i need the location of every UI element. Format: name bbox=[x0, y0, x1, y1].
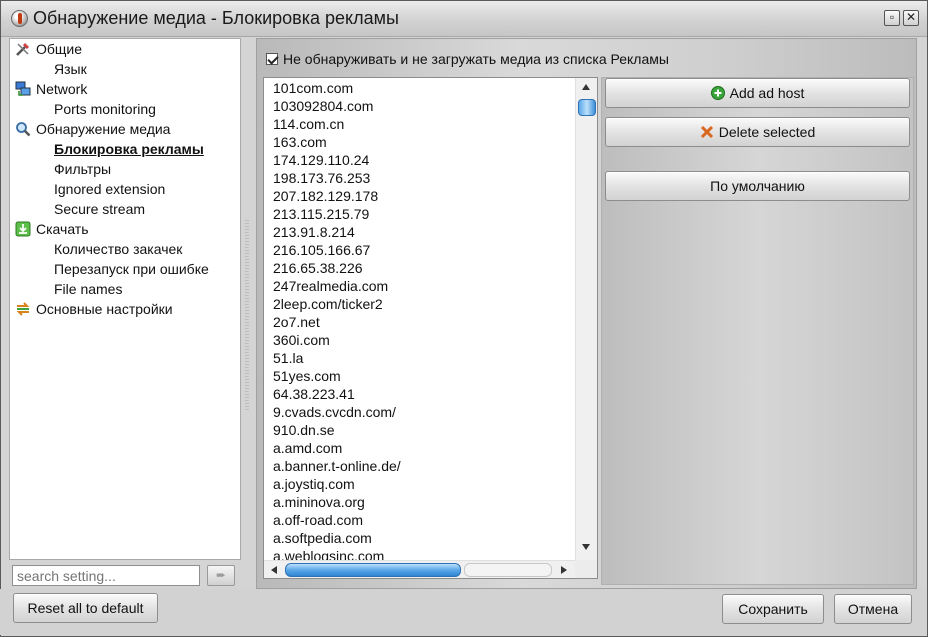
tree-item-label: Перезапуск при ошибке bbox=[54, 261, 209, 277]
ad-host-item[interactable]: 9.cvads.cvcdn.com/ bbox=[273, 403, 401, 421]
ad-host-item[interactable]: 51yes.com bbox=[273, 367, 401, 385]
ad-host-item[interactable]: 163.com bbox=[273, 133, 401, 151]
reset-all-button[interactable]: Reset all to default bbox=[13, 593, 158, 623]
tree-item-label: Количество закачек bbox=[54, 241, 183, 257]
tree-item-label: File names bbox=[54, 281, 123, 297]
tree-item-ignored-extension[interactable]: Ignored extension bbox=[54, 179, 165, 199]
tree-item-download-count[interactable]: Количество закачек bbox=[54, 239, 182, 259]
search-settings-input[interactable] bbox=[12, 565, 200, 586]
ad-host-item[interactable]: a.joystiq.com bbox=[273, 475, 401, 493]
add-ad-host-label: Add ad host bbox=[729, 85, 805, 101]
reset-all-label: Reset all to default bbox=[27, 600, 144, 616]
tree-item-general[interactable]: Общие bbox=[16, 39, 83, 59]
tree-item-secure-stream[interactable]: Secure stream bbox=[54, 199, 145, 219]
tree-item-restart-on-error[interactable]: Перезапуск при ошибке bbox=[54, 259, 209, 279]
close-button[interactable]: ✕ bbox=[903, 10, 919, 26]
ad-host-item[interactable]: 213.91.8.214 bbox=[273, 223, 401, 241]
tree-item-label: Блокировка рекламы bbox=[54, 141, 204, 157]
ad-hosts-list[interactable]: 101com.com 103092804.com 114.com.cn 163.com… bbox=[263, 77, 598, 579]
tree-item-language[interactable]: Язык bbox=[54, 59, 87, 79]
cancel-label: Отмена bbox=[847, 601, 899, 617]
restore-default-label: По умолчанию bbox=[710, 178, 805, 194]
settings-arrows-icon bbox=[16, 302, 30, 316]
ad-host-item[interactable]: 213.115.215.79 bbox=[273, 205, 401, 223]
delete-selected-label: Delete selected bbox=[718, 124, 816, 140]
app-logo-icon bbox=[11, 10, 28, 27]
ad-host-item[interactable]: 910.dn.se bbox=[273, 421, 401, 439]
horizontal-scroll-track[interactable] bbox=[464, 563, 552, 577]
block-ads-checkbox[interactable] bbox=[266, 53, 278, 65]
ad-host-item[interactable]: 360i.com bbox=[273, 331, 401, 349]
tree-item-file-names[interactable]: File names bbox=[54, 279, 122, 299]
tree-item-label: Язык bbox=[54, 61, 87, 77]
tree-item-download[interactable]: Скачать bbox=[15, 219, 89, 239]
tree-item-label: Фильтры bbox=[54, 161, 112, 177]
ad-host-item[interactable]: 101com.com bbox=[273, 79, 401, 97]
delete-icon bbox=[700, 125, 713, 139]
tree-item-filters[interactable]: Фильтры bbox=[54, 159, 111, 179]
scroll-left-icon[interactable] bbox=[271, 566, 277, 574]
ad-host-item[interactable]: a.off-road.com bbox=[273, 511, 401, 529]
vertical-scrollbar[interactable] bbox=[575, 78, 597, 560]
delete-selected-button[interactable]: Delete selected bbox=[605, 117, 910, 147]
ad-host-item[interactable]: 51.la bbox=[273, 349, 401, 367]
tree-item-label: Основные настройки bbox=[36, 301, 173, 317]
ad-host-item[interactable]: 2leep.com/ticker2 bbox=[273, 295, 401, 313]
tree-item-ports-monitoring[interactable]: Ports monitoring bbox=[54, 99, 156, 119]
ad-host-item[interactable]: a.banner.t-online.de/ bbox=[273, 457, 401, 475]
ad-host-item[interactable]: 198.173.76.253 bbox=[273, 169, 401, 187]
network-icon bbox=[15, 81, 31, 96]
vertical-scroll-thumb[interactable] bbox=[578, 99, 596, 116]
magnifier-icon bbox=[16, 122, 31, 137]
tree-item-label: Обнаружение медиа bbox=[36, 121, 171, 137]
ad-host-item[interactable]: 103092804.com bbox=[273, 97, 401, 115]
scroll-up-icon[interactable] bbox=[582, 84, 590, 90]
save-button[interactable]: Сохранить bbox=[722, 594, 824, 624]
ad-host-item[interactable]: 64.38.223.41 bbox=[273, 385, 401, 403]
tree-item-ad-blocking[interactable]: Блокировка рекламы bbox=[54, 139, 204, 159]
horizontal-scroll-thumb[interactable] bbox=[285, 563, 461, 577]
host-actions-panel bbox=[601, 77, 914, 585]
tree-item-label: Ports monitoring bbox=[54, 101, 156, 117]
scroll-corner bbox=[575, 560, 597, 578]
title-bar: Обнаружение медиа - Блокировка рекламы ▫… bbox=[1, 1, 927, 37]
tree-item-label: Скачать bbox=[36, 221, 89, 237]
tree-item-network[interactable]: Network bbox=[15, 79, 88, 99]
ad-host-item[interactable]: a.mininova.org bbox=[273, 493, 401, 511]
window-title: Обнаружение медиа - Блокировка рекламы bbox=[33, 8, 399, 28]
ad-host-item[interactable]: a.amd.com bbox=[273, 439, 401, 457]
tree-item-label: Secure stream bbox=[54, 201, 146, 217]
tree-item-label: Network bbox=[36, 81, 88, 97]
tree-item-label: Общие bbox=[36, 41, 83, 57]
maximize-button[interactable]: ▫ bbox=[884, 10, 900, 26]
horizontal-scrollbar[interactable] bbox=[264, 560, 575, 578]
ad-host-item[interactable]: 216.65.38.226 bbox=[273, 259, 401, 277]
ad-host-item[interactable]: 2o7.net bbox=[273, 313, 401, 331]
restore-default-hosts-button[interactable]: По умолчанию bbox=[605, 171, 910, 201]
ad-host-item[interactable]: 174.129.110.24 bbox=[273, 151, 401, 169]
block-ads-label: Не обнаруживать и не загружать медиа из … bbox=[283, 51, 669, 67]
tree-item-main-settings[interactable]: Основные настройки bbox=[16, 299, 173, 319]
settings-tree: Общие Язык Network Ports monitoring Обна… bbox=[9, 38, 241, 560]
panel-splitter[interactable] bbox=[245, 220, 249, 410]
ad-host-item[interactable]: 247realmedia.com bbox=[273, 277, 401, 295]
scroll-right-icon[interactable] bbox=[561, 566, 567, 574]
arrow-right-icon: ➨ bbox=[215, 568, 227, 582]
tree-item-label: Ignored extension bbox=[54, 181, 166, 197]
ad-host-item[interactable]: 207.182.129.178 bbox=[273, 187, 401, 205]
ad-host-item[interactable]: 216.105.166.67 bbox=[273, 241, 401, 259]
tree-item-media-detection[interactable]: Обнаружение медиа bbox=[16, 119, 171, 139]
save-label: Сохранить bbox=[738, 601, 808, 617]
block-ads-option[interactable]: Не обнаруживать и не загружать медиа из … bbox=[266, 50, 669, 68]
ad-host-item[interactable]: a.softpedia.com bbox=[273, 529, 401, 547]
search-go-button[interactable]: ➨ bbox=[207, 565, 235, 586]
add-icon bbox=[710, 86, 725, 100]
add-ad-host-button[interactable]: Add ad host bbox=[605, 78, 910, 108]
cancel-button[interactable]: Отмена bbox=[834, 594, 912, 624]
scroll-down-icon[interactable] bbox=[582, 544, 590, 550]
ad-host-item[interactable]: 114.com.cn bbox=[273, 115, 401, 133]
download-icon bbox=[15, 221, 31, 237]
ad-hosts-items: 101com.com 103092804.com 114.com.cn 163.com… bbox=[273, 79, 401, 565]
tools-icon bbox=[16, 42, 30, 56]
